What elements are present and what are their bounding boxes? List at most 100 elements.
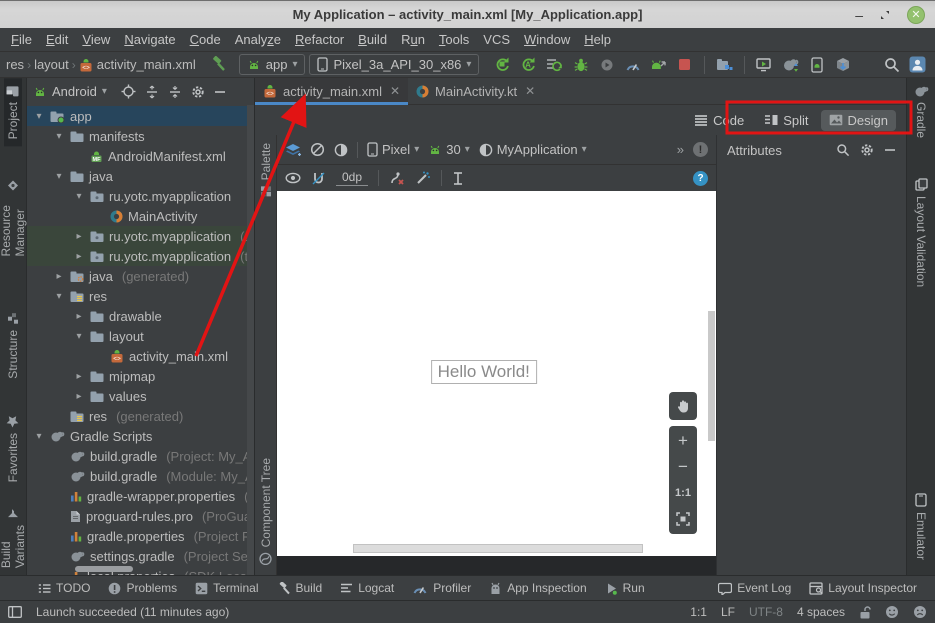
indent-setting[interactable]: 4 spaces: [797, 605, 845, 619]
toolwindow-button-build[interactable]: Build: [269, 579, 331, 597]
zoom-in-button[interactable]: +: [669, 428, 697, 454]
sidebar-tab-emulator[interactable]: Emulator: [912, 486, 930, 567]
tree-row[interactable]: <>activity_main.xml: [27, 346, 254, 366]
device-explorer-icon[interactable]: [713, 54, 736, 76]
infer-constraints-icon[interactable]: [415, 171, 431, 186]
toolwindow-button-profiler[interactable]: Profiler: [404, 579, 479, 597]
chevron-collapsed-icon[interactable]: ▸: [53, 271, 65, 282]
chevron-collapsed-icon[interactable]: ▸: [73, 371, 85, 382]
tree-row[interactable]: ▸ru.yotc.myapplication(test): [27, 246, 254, 266]
chevron-expanded-icon[interactable]: ▾: [73, 331, 85, 342]
menu-window[interactable]: Window: [517, 32, 577, 47]
maximize-button[interactable]: [879, 9, 891, 21]
mode-button-design[interactable]: Design: [821, 110, 896, 131]
chevron-collapsed-icon[interactable]: ▸: [73, 251, 85, 262]
attach-debugger-icon[interactable]: [595, 54, 618, 76]
toolwindow-button-layout-inspector[interactable]: Layout Inspector: [801, 579, 925, 597]
menu-navigate[interactable]: Navigate: [117, 32, 182, 47]
tree-row[interactable]: ▸drawable: [27, 306, 254, 326]
toolwindow-button-app-inspection[interactable]: App Inspection: [481, 579, 594, 597]
chevron-collapsed-icon[interactable]: ▸: [73, 311, 85, 322]
sidebar-tab-resource-manager[interactable]: Resource Manager: [0, 172, 29, 263]
toolwindow-button-logcat[interactable]: Logcat: [332, 579, 402, 597]
tree-row[interactable]: build.gradle(Project: My_Application): [27, 446, 254, 466]
palette-tab[interactable]: Palette: [259, 137, 273, 203]
run-config-select[interactable]: app ▾: [239, 54, 306, 75]
api-level-menu[interactable]: 30 ▾: [428, 142, 470, 157]
gear-icon[interactable]: [191, 85, 205, 99]
default-margins-button[interactable]: 0dp: [336, 170, 368, 186]
menu-view[interactable]: View: [75, 32, 117, 47]
night-mode-icon[interactable]: [334, 143, 348, 157]
view-options-icon[interactable]: [285, 172, 301, 184]
tree-row[interactable]: gradle.properties(Project Properties): [27, 526, 254, 546]
sidebar-tab-structure[interactable]: Structure: [4, 306, 22, 386]
device-manager-icon[interactable]: [753, 54, 776, 76]
build-hammer-icon[interactable]: [210, 56, 227, 73]
zoom-out-button[interactable]: −: [669, 454, 697, 480]
rerun-icon[interactable]: [491, 54, 514, 76]
tree-row[interactable]: gradle-wrapper.properties(Gradle Version…: [27, 486, 254, 506]
menu-file[interactable]: File: [4, 32, 39, 47]
close-button[interactable]: ✕: [907, 6, 925, 24]
caret-position[interactable]: 1:1: [690, 605, 707, 619]
clear-constraints-icon[interactable]: [389, 171, 405, 186]
sidebar-tab-build-variants[interactable]: Build Variants: [0, 501, 29, 575]
stop-icon[interactable]: [673, 54, 696, 76]
chevron-collapsed-icon[interactable]: ▸: [73, 391, 85, 402]
close-tab-icon[interactable]: ✕: [525, 84, 535, 98]
tree-row[interactable]: ▾manifests: [27, 126, 254, 146]
apply-changes-icon[interactable]: A: [517, 54, 540, 76]
chevron-expanded-icon[interactable]: ▾: [53, 291, 65, 302]
avatar-icon[interactable]: [906, 54, 929, 76]
hide-panel-icon[interactable]: [884, 144, 896, 156]
toolwindow-button-terminal[interactable]: Terminal: [187, 579, 266, 597]
gear-icon[interactable]: [860, 143, 874, 157]
toolbar-overflow-icon[interactable]: »: [677, 142, 684, 157]
expand-all-icon[interactable]: [145, 85, 159, 99]
sidebar-tab-gradle[interactable]: Gradle: [912, 78, 931, 145]
line-separator[interactable]: LF: [721, 605, 735, 619]
sidebar-tab-project[interactable]: Project: [4, 78, 22, 146]
breadcrumb-segment[interactable]: activity_main.xml: [97, 57, 196, 72]
tree-row[interactable]: ▸ru.yotc.myapplication(androidTest): [27, 226, 254, 246]
tree-row[interactable]: proguard-rules.pro(ProGuard Rules for ap…: [27, 506, 254, 526]
editor-tab-activity_main-xml[interactable]: <>activity_main.xml✕: [255, 78, 408, 104]
autoconnect-icon[interactable]: [311, 171, 326, 186]
design-canvas[interactable]: Hello World! + − 1:1: [277, 191, 716, 556]
mode-button-code[interactable]: Code: [686, 110, 752, 131]
tree-row[interactable]: MainActivity: [27, 206, 254, 226]
menu-edit[interactable]: Edit: [39, 32, 75, 47]
breadcrumb-segment[interactable]: res: [6, 57, 24, 72]
mode-button-split[interactable]: Split: [756, 110, 816, 131]
toolwindow-button-todo[interactable]: TODO: [30, 579, 98, 597]
sdk-manager-icon[interactable]: [831, 54, 854, 76]
profiler-icon[interactable]: [621, 54, 644, 76]
tree-row[interactable]: ▾res: [27, 286, 254, 306]
project-tree-hscrollbar[interactable]: [75, 566, 133, 572]
menu-help[interactable]: Help: [577, 32, 618, 47]
tree-row[interactable]: ▸java(generated): [27, 266, 254, 286]
minimize-button[interactable]: –: [855, 8, 863, 22]
zoom-fit-button[interactable]: [669, 506, 697, 532]
debug-icon[interactable]: [569, 54, 592, 76]
tree-row[interactable]: ▾app: [27, 106, 254, 126]
search-icon[interactable]: [880, 54, 903, 76]
chevron-expanded-icon[interactable]: ▾: [33, 111, 45, 122]
tree-row[interactable]: ▸values: [27, 386, 254, 406]
tree-row[interactable]: MFAndroidManifest.xml: [27, 146, 254, 166]
canvas-hscrollbar[interactable]: [353, 544, 643, 553]
search-icon[interactable]: [836, 143, 850, 157]
align-menu-icon[interactable]: [452, 171, 464, 186]
tree-row[interactable]: ▾layout: [27, 326, 254, 346]
hello-world-textview[interactable]: Hello World!: [431, 360, 537, 384]
orientation-icon[interactable]: [310, 142, 325, 157]
editor-tab-MainActivity-kt[interactable]: MainActivity.kt✕: [408, 78, 543, 104]
chevron-expanded-icon[interactable]: ▾: [53, 131, 65, 142]
issues-badge[interactable]: !: [693, 142, 708, 157]
tree-row[interactable]: ▸mipmap: [27, 366, 254, 386]
device-menu[interactable]: Pixel ▾: [367, 142, 419, 157]
file-encoding[interactable]: UTF-8: [749, 605, 783, 619]
toolwindow-toggle-icon[interactable]: [8, 606, 22, 618]
tree-row[interactable]: ▾java: [27, 166, 254, 186]
